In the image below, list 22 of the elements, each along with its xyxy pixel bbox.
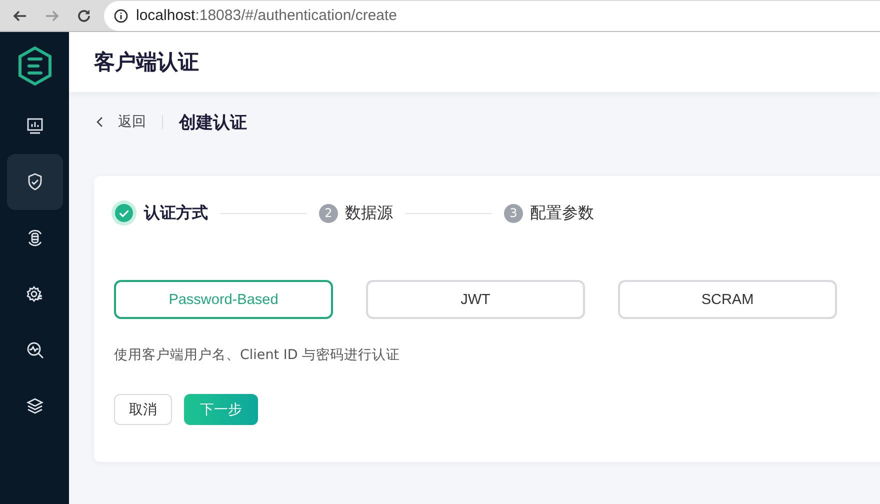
gear-icon: [24, 284, 44, 304]
method-option[interactable]: JWT: [366, 280, 585, 319]
step-number: 2: [319, 204, 338, 222]
reload-icon[interactable]: [76, 8, 92, 24]
method-option[interactable]: SCRAM: [618, 280, 837, 319]
step-number: 3: [504, 204, 523, 222]
magnifier-pulse-icon: [24, 340, 44, 360]
sidebar-item[interactable]: [6, 154, 62, 210]
logo-icon: [16, 46, 52, 86]
step-label: 数据源: [345, 202, 393, 224]
back-link[interactable]: 返回: [96, 113, 146, 131]
monitor-chart-icon: [24, 116, 44, 136]
step-label: 配置参数: [530, 202, 594, 224]
page-subtitle: 创建认证: [179, 112, 247, 134]
layers-icon: [24, 396, 44, 416]
chevron-left-icon: [96, 116, 104, 128]
cancel-button[interactable]: 取消: [114, 394, 172, 425]
page-title: 客户端认证: [94, 49, 199, 76]
step-label: 认证方式: [144, 202, 208, 224]
address-bar[interactable]: localhost:18083/#/authentication/create: [104, 0, 880, 30]
method-description: 使用客户端用户名、Client ID 与密码进行认证: [114, 346, 402, 364]
info-icon[interactable]: [114, 8, 128, 22]
